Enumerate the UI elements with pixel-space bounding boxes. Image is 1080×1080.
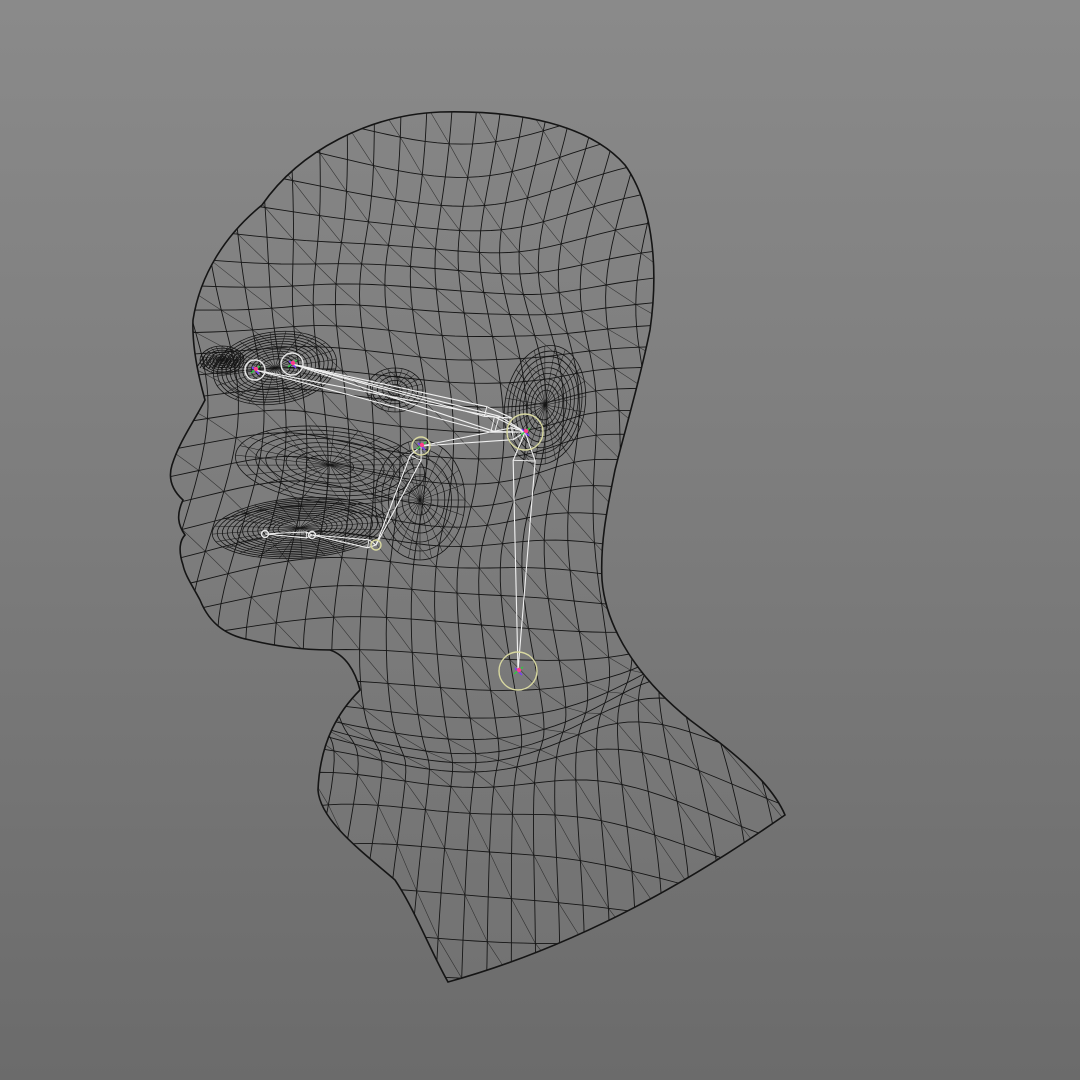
3d-viewport[interactable] <box>0 0 1080 1080</box>
mesh-edge-diagonal <box>170 904 256 976</box>
mesh-edge-diagonal <box>678 111 776 225</box>
mesh-edge-diagonal <box>642 111 784 271</box>
mesh-edge-row <box>170 111 785 114</box>
mesh-edge-diagonal <box>756 112 782 136</box>
mesh-edge-diagonal <box>170 942 173 950</box>
mesh-edge-diagonal <box>170 941 211 963</box>
mesh-edge-column <box>170 111 175 947</box>
head-mesh[interactable] <box>116 57 838 1012</box>
mesh-edge-diagonal <box>170 827 306 982</box>
mesh-edge-diagonal <box>711 111 775 180</box>
jaw-mesh <box>374 439 466 561</box>
wireframe-scene[interactable] <box>0 0 1080 1080</box>
